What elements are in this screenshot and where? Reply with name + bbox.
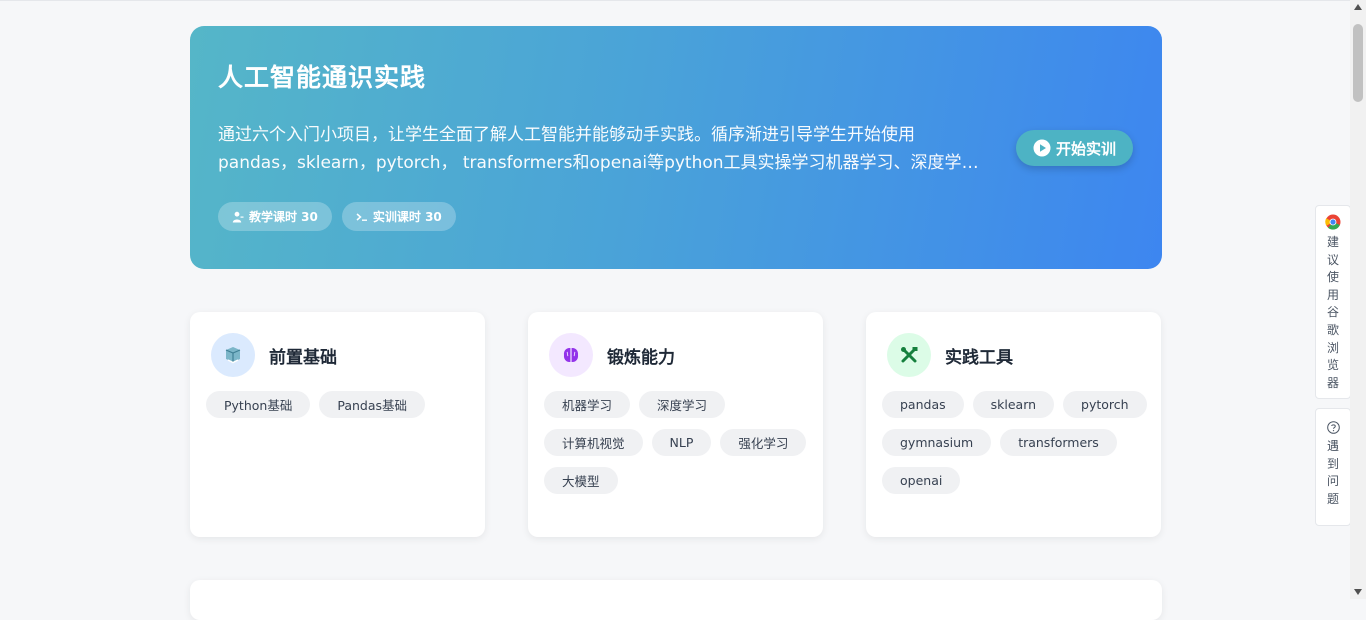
help-text: 遇 到 问 题: [1327, 438, 1339, 508]
terminal-icon: [356, 212, 367, 221]
course-description-line: 通过六个入门小项目，让学生全面了解人工智能并能够动手实践。循序渐进引导学生开始使…: [218, 125, 915, 145]
tip-char: 用: [1326, 287, 1339, 302]
card-title: 前置基础: [269, 348, 337, 368]
tag[interactable]: 机器学习: [544, 391, 631, 418]
course-title: 人工智能通识实践: [218, 63, 427, 92]
browser-tip-text: 建 议 使 用 谷 歌 浏 览 器: [1327, 234, 1339, 392]
help-char: 问: [1326, 474, 1339, 489]
start-training-button[interactable]: 开始实训: [1016, 130, 1133, 166]
play-icon: [1033, 139, 1051, 157]
tip-char: 歌: [1326, 322, 1339, 337]
question-icon: [1326, 421, 1340, 434]
practice-hours-label: 实训课时 30: [372, 210, 442, 224]
chrome-icon: [1325, 214, 1341, 230]
tag[interactable]: sklearn: [972, 391, 1055, 418]
browser-tip[interactable]: 建 议 使 用 谷 歌 浏 览 器: [1315, 205, 1351, 399]
course-hero: 人工智能通识实践 通过六个入门小项目，让学生全面了解人工智能并能够动手实践。循序…: [190, 26, 1162, 269]
tag[interactable]: Python基础: [206, 391, 311, 418]
course-description: 通过六个入门小项目，让学生全面了解人工智能并能够动手实践。循序渐进引导学生开始使…: [218, 121, 988, 177]
teaching-hours-label: 教学课时 30: [249, 210, 318, 224]
scroll-thumb[interactable]: [1353, 24, 1363, 102]
tools-icon: [887, 333, 931, 377]
tag-list: Python基础 Pandas基础: [206, 391, 476, 418]
tag[interactable]: 计算机视觉: [544, 429, 643, 456]
top-divider: [0, 0, 1350, 1]
card-title: 实践工具: [945, 348, 1013, 368]
book-icon: [211, 333, 255, 377]
help-char: 题: [1326, 491, 1339, 506]
tag[interactable]: pytorch: [1063, 391, 1147, 418]
tag[interactable]: NLP: [651, 429, 712, 456]
next-section-card: [190, 580, 1162, 620]
scroll-down-arrow-icon[interactable]: [1354, 589, 1362, 595]
tag[interactable]: gymnasium: [882, 429, 992, 456]
course-description-line: pandas，sklearn，pytorch， transformers和ope…: [218, 153, 988, 173]
tip-char: 浏: [1326, 340, 1339, 355]
tip-char: 使: [1326, 270, 1339, 285]
scroll-up-arrow-icon[interactable]: [1354, 4, 1362, 10]
skills-card: 锻炼能力 机器学习 深度学习 计算机视觉 NLP 强化学习 大模型: [528, 312, 823, 537]
tip-char: 器: [1326, 375, 1339, 390]
tag[interactable]: 大模型: [544, 467, 618, 494]
card-title: 锻炼能力: [607, 348, 675, 368]
tip-char: 建: [1326, 235, 1339, 249]
help-char: 到: [1326, 456, 1339, 471]
tip-char: 议: [1326, 252, 1339, 267]
tools-card: 实践工具 pandas sklearn pytorch gymnasium tr…: [866, 312, 1161, 537]
help-char: 遇: [1326, 439, 1339, 453]
tag[interactable]: openai: [882, 467, 961, 494]
start-training-label: 开始实训: [1055, 139, 1116, 158]
tag-list: 机器学习 深度学习 计算机视觉 NLP 强化学习 大模型: [544, 391, 814, 494]
tip-char: 览: [1326, 358, 1339, 373]
tag[interactable]: 强化学习: [720, 429, 807, 456]
practice-hours-chip: 实训课时 30: [341, 202, 456, 231]
tag[interactable]: Pandas基础: [319, 391, 426, 418]
help-button[interactable]: 遇 到 问 题: [1315, 408, 1351, 526]
vertical-scrollbar[interactable]: [1350, 0, 1366, 599]
prerequisites-card: 前置基础 Python基础 Pandas基础: [190, 312, 485, 537]
tag[interactable]: pandas: [882, 391, 964, 418]
teacher-icon: [232, 211, 244, 222]
tag-list: pandas sklearn pytorch gymnasium transfo…: [882, 391, 1152, 494]
tip-char: 谷: [1326, 305, 1339, 320]
tag[interactable]: 深度学习: [639, 391, 726, 418]
course-hours: 教学课时 30 实训课时 30: [218, 202, 456, 231]
teaching-hours-chip: 教学课时 30: [218, 202, 332, 231]
tag[interactable]: transformers: [1000, 429, 1117, 456]
brain-icon: [549, 333, 593, 377]
